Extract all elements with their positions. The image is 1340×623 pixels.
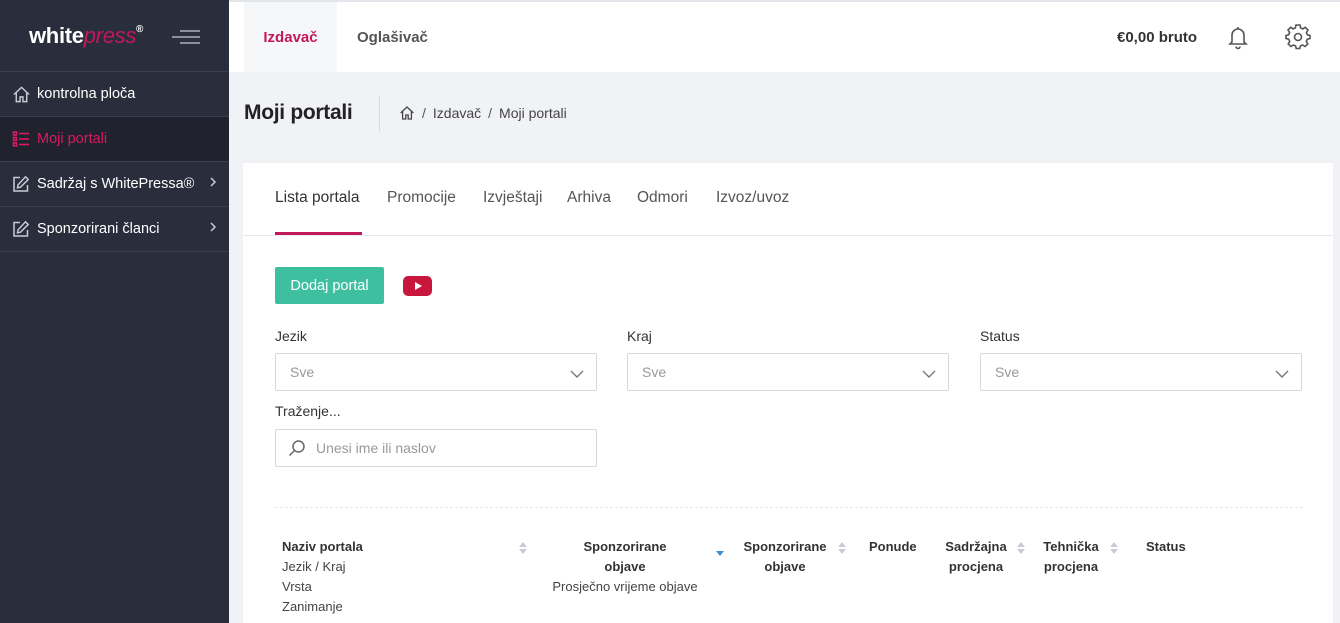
content-tabs: Lista portala Promocije Izvještaji Arhiv…: [243, 163, 1333, 236]
breadcrumb-separator: /: [488, 105, 493, 121]
region-label: Kraj: [627, 328, 652, 344]
chevron-right-icon: [209, 221, 217, 237]
sidebar-item-label: Moji portali: [37, 131, 108, 147]
language-label: Jezik: [275, 328, 307, 344]
divider: [275, 507, 1303, 508]
tab-export-import[interactable]: Izvoz/uvoz: [716, 189, 789, 207]
search-box: [275, 429, 597, 467]
sidebar-item-whitepress-content[interactable]: Sadržaj s WhitePressa®: [0, 162, 229, 207]
search-label: Traženje...: [275, 403, 341, 419]
language-select-value: Sve: [290, 364, 315, 380]
sort-icon[interactable]: [519, 541, 527, 554]
list-icon: [11, 129, 31, 149]
tab-holidays[interactable]: Odmori: [637, 189, 688, 207]
sidebar-item-label: Sadržaj s WhitePressa®: [37, 176, 195, 192]
top-bar: Izdavač Oglašivač €0,00 bruto: [229, 0, 1340, 72]
balance[interactable]: €0,00 bruto: [1117, 2, 1197, 72]
region-select[interactable]: Sve: [627, 353, 949, 391]
column-header-status[interactable]: Status: [1146, 537, 1186, 557]
sidebar-item-sponsored-articles[interactable]: Sponzorirani članci: [0, 207, 229, 252]
chevron-right-icon: [209, 176, 217, 192]
tab-advertiser[interactable]: Oglašivač: [357, 2, 428, 72]
breadcrumb-item-publisher[interactable]: Izdavač: [433, 105, 481, 121]
column-header-sponsored-time[interactable]: Sponzorirane objave Prosječno vrijeme ob…: [543, 537, 707, 597]
tab-reports[interactable]: Izvještaji: [483, 189, 542, 207]
bell-icon[interactable]: [1225, 24, 1251, 50]
status-select-value: Sve: [995, 364, 1020, 380]
search-icon: [288, 439, 306, 457]
status-select[interactable]: Sve: [980, 353, 1302, 391]
column-header-content-rating[interactable]: Sadržajna procjena: [940, 537, 1012, 577]
sort-icon[interactable]: [1110, 541, 1118, 554]
column-header-sponsored[interactable]: Sponzorirane objave: [740, 537, 830, 577]
sort-icon[interactable]: [838, 541, 846, 554]
edit-icon: [11, 219, 31, 239]
search-input[interactable]: [316, 440, 586, 456]
sort-icon[interactable]: [1017, 541, 1025, 554]
add-portal-button[interactable]: Dodaj portal: [275, 267, 384, 304]
portals-card: Lista portala Promocije Izvještaji Arhiv…: [243, 163, 1333, 623]
sidebar: whitepress® kontrolna ploča Moji portali…: [0, 0, 229, 623]
region-select-value: Sve: [642, 364, 667, 380]
logo-bar: whitepress®: [0, 0, 229, 72]
column-header-offers[interactable]: Ponude: [869, 537, 917, 557]
edit-icon: [11, 174, 31, 194]
breadcrumb-item-current: Moji portali: [499, 105, 567, 121]
chevron-down-icon: [1275, 366, 1289, 382]
sidebar-item-my-portals[interactable]: Moji portali: [0, 117, 229, 162]
menu-toggle-icon[interactable]: [172, 28, 200, 46]
column-header-technical-rating[interactable]: Tehnička procjena: [1037, 537, 1105, 577]
page-title: Moji portali: [244, 101, 353, 124]
sort-desc-icon[interactable]: [716, 544, 724, 556]
breadcrumb-separator: /: [422, 105, 426, 121]
logo[interactable]: whitepress®: [29, 23, 143, 49]
tab-archive[interactable]: Arhiva: [567, 189, 611, 207]
active-tab-indicator: [275, 232, 362, 235]
tab-promotions[interactable]: Promocije: [387, 189, 456, 207]
tab-portal-list[interactable]: Lista portala: [275, 189, 359, 207]
youtube-icon[interactable]: [403, 276, 432, 296]
chevron-down-icon: [922, 366, 936, 382]
breadcrumb: / Izdavač / Moji portali: [399, 105, 567, 121]
home-icon: [11, 84, 31, 104]
column-header-portal-name[interactable]: Naziv portala Jezik / Kraj Vrsta Zaniman…: [282, 537, 363, 617]
language-select[interactable]: Sve: [275, 353, 597, 391]
sidebar-item-dashboard[interactable]: kontrolna ploča: [0, 72, 229, 117]
status-label: Status: [980, 328, 1020, 344]
sidebar-item-label: kontrolna ploča: [37, 86, 136, 102]
tab-publisher[interactable]: Izdavač: [244, 2, 337, 72]
home-icon[interactable]: [399, 105, 415, 121]
chevron-down-icon: [570, 366, 584, 382]
header-divider: [379, 95, 380, 132]
gear-icon[interactable]: [1285, 24, 1311, 50]
sidebar-item-label: Sponzorirani članci: [37, 221, 160, 237]
